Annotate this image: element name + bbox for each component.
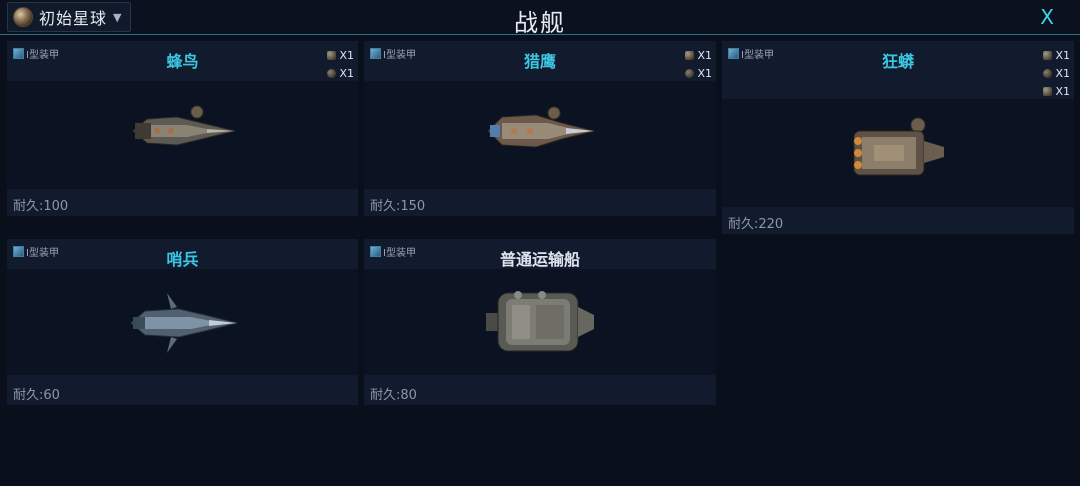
cost-item: X1 (327, 46, 354, 64)
cost-item: X1 (685, 64, 712, 82)
ship-card-hummingbird[interactable]: I型装甲 蜂鸟 X1 X1 耐久:100 (7, 41, 358, 216)
ship-name: 普通运输船 (499, 250, 580, 269)
ship-name: 哨兵 (166, 250, 199, 269)
ship-image-area (7, 269, 358, 375)
page-title: 战舰 (514, 9, 566, 37)
ship-name: 蜂鸟 (166, 52, 199, 71)
warship-image (853, 117, 944, 176)
transport-ship-image (486, 291, 594, 352)
cost-list: X1 X1 X1 (1043, 46, 1070, 100)
ore-icon (327, 50, 337, 60)
cost-item: X1 (1043, 82, 1070, 100)
durability-label: 耐久:220 (728, 217, 784, 232)
metal-icon (1043, 86, 1053, 96)
top-bar: 初始星球 ▼ 战舰 X (0, 0, 1080, 37)
warship-image (132, 105, 236, 146)
durability-label: 耐久:150 (370, 199, 426, 214)
ship-image-area (7, 81, 358, 189)
cost-item: X1 (685, 46, 712, 64)
crystal-icon (1043, 68, 1053, 78)
cost-list: X1 X1 (327, 46, 354, 82)
durability-label: 耐久:80 (370, 388, 417, 403)
durability-label: 耐久:100 (13, 199, 69, 214)
crystal-icon (685, 68, 695, 78)
close-button[interactable]: X (1040, 5, 1054, 29)
ship-image-area (364, 81, 716, 189)
ship-card-falcon[interactable]: I型装甲 猎鹰 X1 X1 耐久:150 (364, 41, 716, 216)
ship-image-area (364, 269, 716, 375)
ship-image-area (722, 99, 1074, 207)
warship-image (130, 293, 238, 353)
ship-name: 猎鹰 (523, 52, 556, 71)
warship-image (487, 106, 595, 148)
ship-card-transport[interactable]: I型装甲 普通运输船 耐久:80 (364, 239, 716, 405)
cost-list: X1 X1 (685, 46, 712, 82)
cost-item: X1 (1043, 46, 1070, 64)
ore-icon (685, 50, 695, 60)
ship-card-python[interactable]: I型装甲 狂蟒 X1 X1 X1 耐久:220 (722, 41, 1074, 234)
cost-item: X1 (327, 64, 354, 82)
ship-name: 狂蟒 (881, 52, 914, 71)
crystal-icon (327, 68, 337, 78)
ore-icon (1043, 50, 1053, 60)
durability-label: 耐久:60 (13, 388, 60, 403)
cost-item: X1 (1043, 64, 1070, 82)
ship-card-sentinel[interactable]: I型装甲 哨兵 耐久:60 (7, 239, 358, 405)
